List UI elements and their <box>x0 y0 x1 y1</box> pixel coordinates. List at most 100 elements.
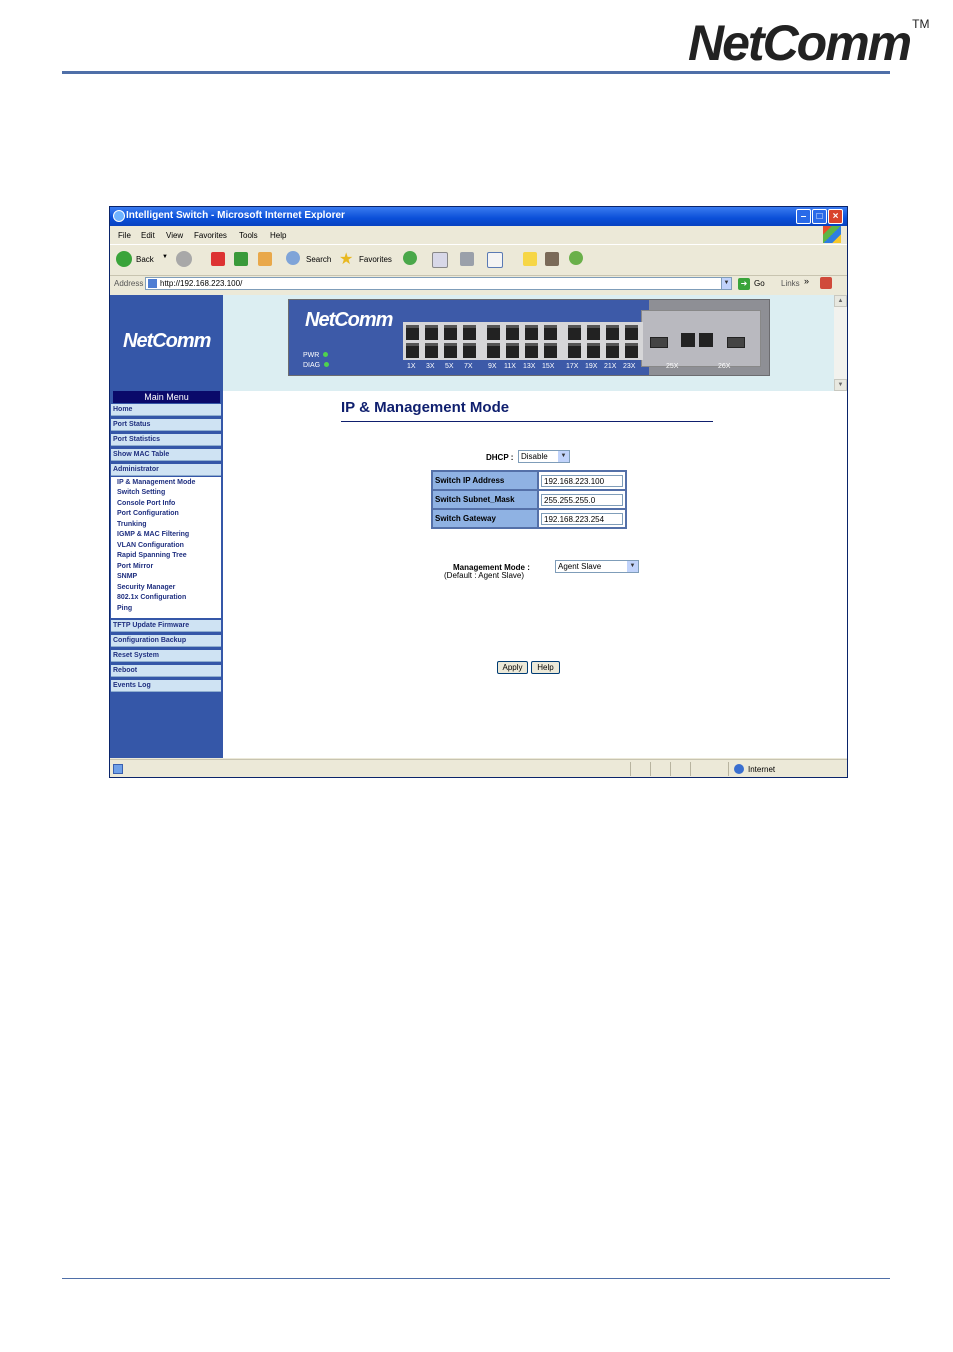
dhcp-dropdown-icon[interactable]: ▼ <box>558 451 569 462</box>
port-icon[interactable] <box>544 343 557 358</box>
submenu-port-mirror[interactable]: Port Mirror <box>117 563 153 570</box>
favorites-label[interactable]: Favorites <box>359 255 392 264</box>
discuss-icon[interactable] <box>523 252 537 266</box>
menu-reboot[interactable]: Reboot <box>111 665 221 677</box>
toolbar-options-icon[interactable] <box>820 277 832 289</box>
uplink-port-icon[interactable] <box>681 333 695 347</box>
submenu-snmp[interactable]: SNMP <box>117 573 137 580</box>
management-mode-value[interactable]: Agent Slave <box>558 562 601 571</box>
menu-favorites[interactable]: Favorites <box>194 231 227 240</box>
submenu-vlan-configuration[interactable]: VLAN Configuration <box>117 542 184 549</box>
mail-icon[interactable] <box>432 252 448 268</box>
back-arrow-icon[interactable] <box>116 251 132 267</box>
port-icon[interactable] <box>625 343 638 358</box>
home-icon[interactable] <box>258 252 272 266</box>
port-icon[interactable] <box>525 343 538 358</box>
address-url[interactable]: http://192.168.223.100/ <box>160 279 242 288</box>
menu-help[interactable]: Help <box>270 231 286 240</box>
port-icon[interactable] <box>568 343 581 358</box>
print-icon[interactable] <box>460 252 474 266</box>
forward-arrow-icon[interactable] <box>176 251 192 267</box>
port-icon[interactable] <box>606 343 619 358</box>
port-icon[interactable] <box>444 325 457 340</box>
close-button[interactable]: × <box>828 209 843 224</box>
menu-administrator[interactable]: Administrator <box>111 464 221 476</box>
menu-show-mac-table[interactable]: Show MAC Table <box>111 449 221 461</box>
menu-reset-system[interactable]: Reset System <box>111 650 221 662</box>
menu-home[interactable]: Home <box>111 404 221 416</box>
port-icon[interactable] <box>587 325 600 340</box>
edit-page-icon[interactable] <box>487 252 503 268</box>
port-icon[interactable] <box>487 325 500 340</box>
menu-port-statistics[interactable]: Port Statistics <box>111 434 221 446</box>
port-icon[interactable] <box>463 343 476 358</box>
port-icon[interactable] <box>406 325 419 340</box>
switch-ip-address-input[interactable]: 192.168.223.100 <box>541 474 623 487</box>
port-icon[interactable] <box>525 325 538 340</box>
minimize-button[interactable]: – <box>796 209 811 224</box>
dhcp-select[interactable]: Disable ▼ <box>518 450 570 463</box>
menu-view[interactable]: View <box>166 231 183 240</box>
banner-scrollbar[interactable]: ▲ ▼ <box>834 295 847 391</box>
port-icon[interactable] <box>568 325 581 340</box>
scroll-up-icon[interactable]: ▲ <box>834 295 847 307</box>
port-icon[interactable] <box>506 343 519 358</box>
scroll-down-icon[interactable]: ▼ <box>834 379 847 391</box>
links-label[interactable]: Links <box>781 279 800 288</box>
maximize-button[interactable]: □ <box>812 209 827 224</box>
sfp-slot-icon[interactable] <box>727 337 745 348</box>
history-icon[interactable] <box>403 251 417 265</box>
apply-button[interactable]: Apply <box>497 661 528 674</box>
port-icon[interactable] <box>425 325 438 340</box>
submenu-ip-management-mode[interactable]: IP & Management Mode <box>117 479 195 486</box>
port-icon[interactable] <box>606 325 619 340</box>
menu-tools[interactable]: Tools <box>239 231 258 240</box>
submenu-rapid-spanning-tree[interactable]: Rapid Spanning Tree <box>117 552 187 559</box>
menu-edit[interactable]: Edit <box>141 231 155 240</box>
go-button[interactable]: Go <box>754 279 765 288</box>
back-label[interactable]: Back <box>136 255 154 264</box>
submenu-igmp-mac-filtering[interactable]: IGMP & MAC Filtering <box>117 531 189 538</box>
address-dropdown-icon[interactable]: ▼ <box>721 277 732 290</box>
help-button[interactable]: Help <box>531 661 560 674</box>
submenu-trunking[interactable]: Trunking <box>117 521 147 528</box>
search-icon[interactable] <box>286 251 300 265</box>
port-icon[interactable] <box>444 343 457 358</box>
search-label[interactable]: Search <box>306 255 331 264</box>
submenu-port-configuration[interactable]: Port Configuration <box>117 510 179 517</box>
uplink-port-icon[interactable] <box>699 333 713 347</box>
submenu-security-manager[interactable]: Security Manager <box>117 584 175 591</box>
submenu-ping[interactable]: Ping <box>117 605 132 612</box>
menu-events-log[interactable]: Events Log <box>111 680 221 692</box>
back-dropdown-icon[interactable]: ▼ <box>162 254 168 260</box>
submenu-8021x-configuration[interactable]: 802.1x Configuration <box>117 594 186 601</box>
port-icon[interactable] <box>544 325 557 340</box>
port-icon[interactable] <box>625 325 638 340</box>
management-mode-select[interactable]: Agent Slave ▼ <box>555 560 639 573</box>
port-icon[interactable] <box>487 343 500 358</box>
refresh-icon[interactable] <box>234 252 248 266</box>
management-mode-dropdown-icon[interactable]: ▼ <box>627 561 638 572</box>
submenu-switch-setting[interactable]: Switch Setting <box>117 489 165 496</box>
stop-icon[interactable] <box>211 252 225 266</box>
favorites-star-icon[interactable]: ★ <box>339 249 353 269</box>
submenu-console-port-info[interactable]: Console Port Info <box>117 500 175 507</box>
switch-gateway-input[interactable]: 192.168.223.254 <box>541 512 623 525</box>
port-icon[interactable] <box>463 325 476 340</box>
menu-configuration-backup[interactable]: Configuration Backup <box>111 635 221 647</box>
messenger-icon[interactable] <box>569 251 583 265</box>
dhcp-select-value[interactable]: Disable <box>521 452 548 461</box>
research-icon[interactable] <box>545 252 559 266</box>
sfp-slot-icon[interactable] <box>650 337 668 348</box>
go-arrow-icon[interactable]: ➜ <box>738 278 750 290</box>
address-input[interactable]: http://192.168.223.100/ <box>145 277 732 290</box>
port-icon[interactable] <box>406 343 419 358</box>
switch-subnet-mask-input[interactable]: 255.255.255.0 <box>541 493 623 506</box>
port-icon[interactable] <box>425 343 438 358</box>
menu-tftp-update-firmware[interactable]: TFTP Update Firmware <box>111 620 221 632</box>
menu-file[interactable]: File <box>118 231 131 240</box>
links-chevron[interactable]: » <box>804 276 809 286</box>
port-icon[interactable] <box>506 325 519 340</box>
menu-port-status[interactable]: Port Status <box>111 419 221 431</box>
port-icon[interactable] <box>587 343 600 358</box>
